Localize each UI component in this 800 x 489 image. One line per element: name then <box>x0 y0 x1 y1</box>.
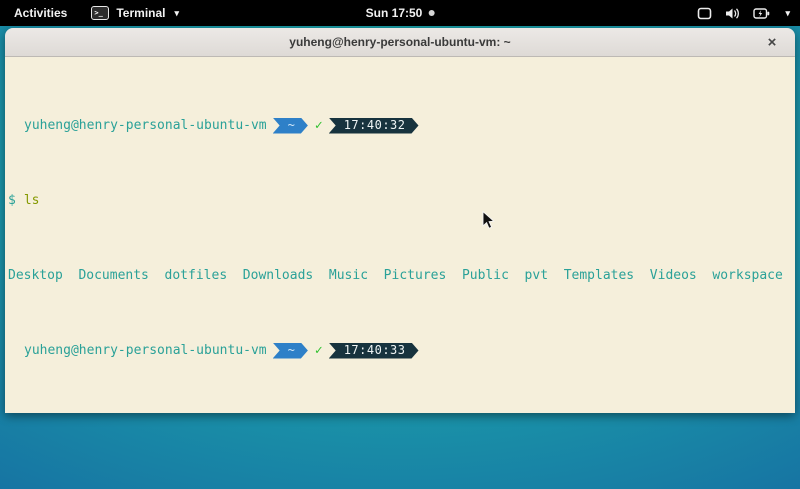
prompt-dollar: $ <box>8 193 16 208</box>
prompt-dir-segment: ~ <box>273 343 308 359</box>
system-status-menu[interactable]: ▾ <box>697 0 794 26</box>
prompt-user: yuheng@henry-personal-ubuntu-vm <box>24 118 267 133</box>
close-button[interactable]: × <box>761 28 783 56</box>
command-text: ls <box>24 193 40 208</box>
terminal-app-icon: >_ <box>91 6 109 20</box>
activities-button[interactable]: Activities <box>0 0 81 26</box>
clock-label: Sun 17:50 <box>366 6 423 20</box>
clock-menu[interactable]: Sun 17:50 <box>366 0 435 26</box>
chevron-down-icon: ▾ <box>174 8 179 19</box>
prompt-time-segment: 17:40:33 <box>329 343 419 359</box>
chevron-down-icon: ▾ <box>785 8 790 19</box>
desktop: Activities >_ Terminal ▾ Sun 17:50 <box>0 0 800 489</box>
command-line: $ ls <box>8 193 792 208</box>
check-icon: ✓ <box>315 118 323 133</box>
prompt-time-segment: 17:40:32 <box>329 118 419 134</box>
terminal-window: yuheng@henry-personal-ubuntu-vm: ~ × yuh… <box>5 28 795 413</box>
prompt-line: yuheng@henry-personal-ubuntu-vm ~ ✓ 17:40:3… <box>8 118 792 133</box>
battery-icon <box>753 7 770 20</box>
check-icon: ✓ <box>315 343 323 358</box>
window-titlebar[interactable]: yuheng@henry-personal-ubuntu-vm: ~ × <box>5 28 795 57</box>
notification-dot-icon <box>428 10 434 16</box>
app-menu-label: Terminal <box>116 6 165 20</box>
prompt-dir-segment: ~ <box>273 118 308 134</box>
prompt-user: yuheng@henry-personal-ubuntu-vm <box>24 343 267 358</box>
top-bar: Activities >_ Terminal ▾ Sun 17:50 <box>0 0 800 26</box>
terminal-body[interactable]: yuheng@henry-personal-ubuntu-vm ~ ✓ 17:40:3… <box>5 57 795 413</box>
prompt-line: yuheng@henry-personal-ubuntu-vm ~ ✓ 17:40:3… <box>8 343 792 358</box>
volume-icon <box>725 7 740 20</box>
directory-listing: Desktop Documents dotfiles Downloads Mus… <box>8 268 792 283</box>
app-menu-terminal[interactable]: >_ Terminal ▾ <box>81 0 189 26</box>
window-title: yuheng@henry-personal-ubuntu-vm: ~ <box>289 35 510 49</box>
screen-icon <box>697 7 712 20</box>
